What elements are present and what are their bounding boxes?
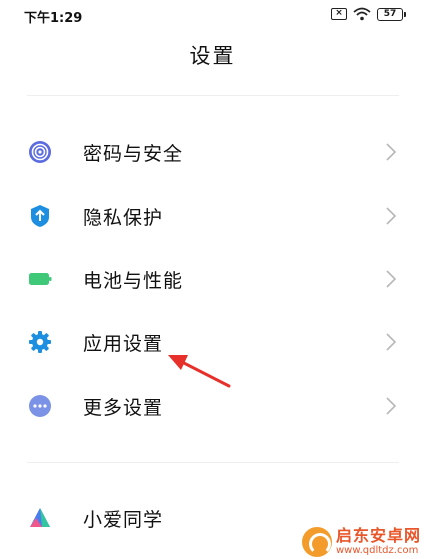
menu-item-label: 应用设置 bbox=[83, 333, 164, 355]
watermark-name: 启东安卓网 bbox=[335, 526, 421, 545]
menu-item-privacy[interactable]: 隐私保护 bbox=[0, 188, 425, 244]
menu-item-label: 隐私保护 bbox=[83, 207, 164, 229]
battery-icon bbox=[28, 267, 52, 291]
sim-off-icon: × bbox=[331, 8, 347, 20]
status-icons: × 57 bbox=[331, 7, 406, 21]
chevron-right-icon bbox=[385, 269, 397, 289]
menu-item-label: 小爱同学 bbox=[83, 509, 164, 531]
menu-item-more-settings[interactable]: 更多设置 bbox=[0, 378, 425, 434]
chevron-right-icon bbox=[385, 396, 397, 416]
watermark: 启东安卓网 www.qdltdz.com bbox=[301, 526, 421, 557]
privacy-shield-icon bbox=[28, 204, 52, 228]
chevron-right-icon bbox=[385, 142, 397, 162]
menu-item-label: 更多设置 bbox=[83, 397, 164, 419]
battery-status-icon: 57 bbox=[377, 7, 406, 21]
menu-item-label: 密码与安全 bbox=[83, 143, 184, 165]
header-divider bbox=[27, 95, 399, 96]
xiaoai-icon bbox=[28, 506, 52, 530]
menu-item-password-security[interactable]: 密码与安全 bbox=[0, 124, 425, 180]
chevron-right-icon bbox=[385, 332, 397, 352]
watermark-logo-icon bbox=[301, 527, 332, 557]
page-title: 设置 bbox=[189, 44, 236, 68]
menu-item-app-settings[interactable]: 应用设置 bbox=[0, 314, 425, 370]
fingerprint-icon bbox=[28, 140, 52, 164]
gear-icon bbox=[28, 330, 52, 354]
status-time: 下午1:29 bbox=[24, 11, 83, 26]
watermark-url: www.qdltdz.com bbox=[335, 545, 419, 556]
more-dots-icon bbox=[28, 394, 52, 418]
wifi-icon bbox=[353, 7, 371, 21]
menu-item-battery-performance[interactable]: 电池与性能 bbox=[0, 251, 425, 307]
menu-item-label: 电池与性能 bbox=[83, 270, 184, 292]
section-divider bbox=[27, 462, 399, 463]
chevron-right-icon bbox=[385, 206, 397, 226]
status-bar: 下午1:29 × 57 bbox=[0, 0, 425, 30]
